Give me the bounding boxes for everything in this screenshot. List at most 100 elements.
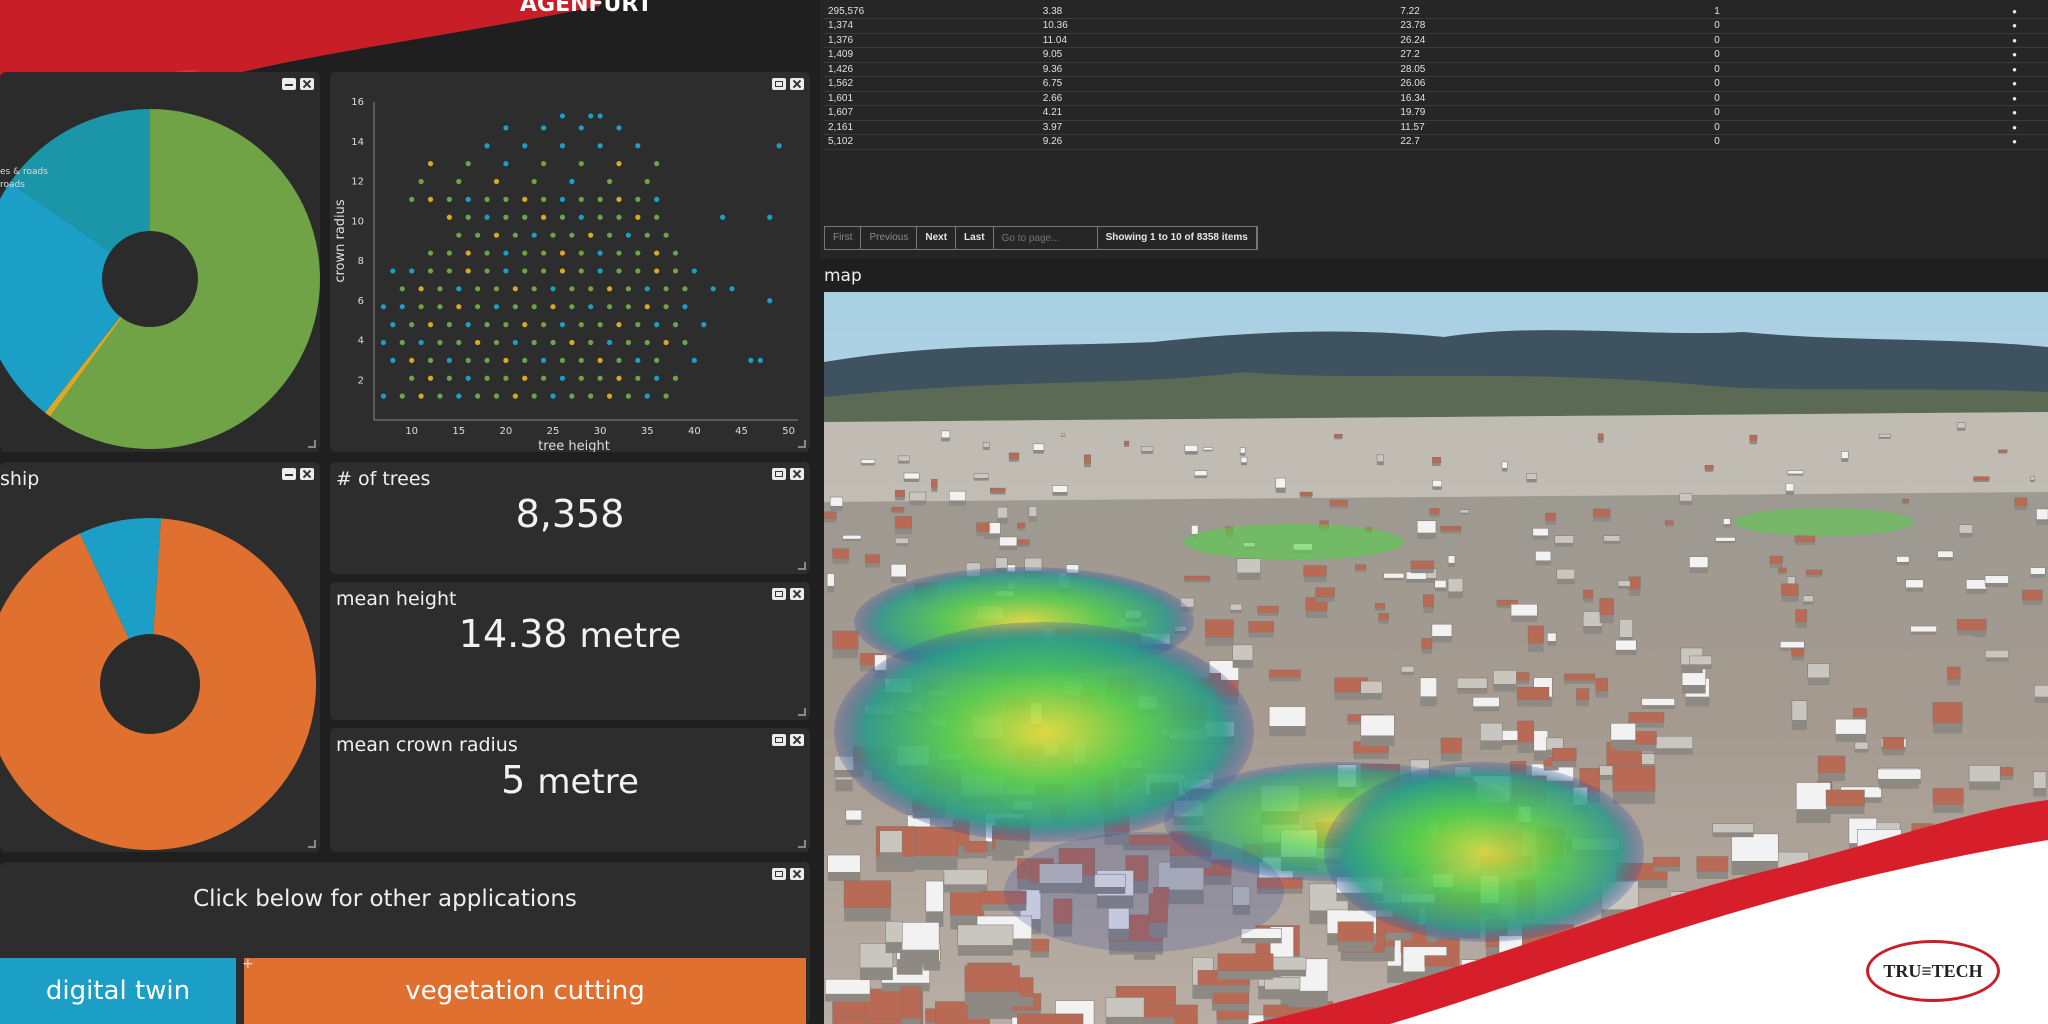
maximize-icon[interactable] xyxy=(772,734,786,746)
scatter-point xyxy=(616,357,622,363)
vegetation-cutting-button[interactable]: vegetation cutting xyxy=(244,958,806,1024)
panel-title: # of trees xyxy=(336,468,431,490)
table-cell: 1,562 xyxy=(824,76,1039,92)
table-row[interactable]: 1,426 9.36 28.05 0 ● xyxy=(824,62,2048,77)
table-cell: 0 xyxy=(1710,134,2009,150)
scatter-point xyxy=(380,393,387,399)
mean-crown-unit: metre xyxy=(537,762,639,802)
scatter-point xyxy=(578,268,584,274)
scatter-point xyxy=(569,339,575,346)
table-row[interactable]: 1,374 10.36 23.78 0 ● xyxy=(824,18,2048,34)
maximize-icon[interactable] xyxy=(772,588,786,600)
table-row[interactable]: 2,161 3.97 11.57 0 ● xyxy=(824,120,2048,135)
scatter-point xyxy=(606,286,613,292)
location-pin-icon[interactable]: ● xyxy=(2008,134,2048,150)
close-icon[interactable] xyxy=(790,868,804,880)
scatter-point xyxy=(644,232,650,238)
scatter-point xyxy=(493,393,500,399)
resize-handle[interactable] xyxy=(308,840,316,848)
scatter-point xyxy=(418,304,424,310)
ownership-donut-chart xyxy=(0,518,316,850)
previous-page-button[interactable]: Previous xyxy=(861,227,918,249)
location-pin-icon[interactable]: ● xyxy=(2008,62,2048,77)
first-page-button[interactable]: First xyxy=(825,227,862,249)
location-pin-icon[interactable]: ● xyxy=(2008,76,2048,92)
go-to-page-input[interactable] xyxy=(993,227,1098,249)
scatter-point xyxy=(588,232,594,238)
resize-handle[interactable] xyxy=(798,708,806,716)
location-pin-icon[interactable]: ● xyxy=(2008,18,2048,34)
scatter-point xyxy=(380,339,387,346)
close-icon[interactable] xyxy=(790,734,804,746)
location-pin-icon[interactable]: ● xyxy=(2008,105,2048,121)
scatter-point xyxy=(493,304,500,310)
table-cell: 22.7 xyxy=(1396,134,1711,150)
scatter-point xyxy=(522,143,528,149)
scatter-point xyxy=(427,250,434,256)
table-cell: 3.38 xyxy=(1038,4,1397,19)
close-icon[interactable] xyxy=(790,468,804,480)
scatter-point xyxy=(427,357,434,363)
mean-height-unit: metre xyxy=(579,616,682,656)
location-pin-icon[interactable]: ● xyxy=(2008,91,2048,106)
last-page-button[interactable]: Last xyxy=(956,227,994,249)
window-controls xyxy=(772,868,804,880)
scatter-point xyxy=(456,393,462,399)
scatter-point xyxy=(503,196,509,202)
scatter-point xyxy=(541,375,547,381)
scatter-point xyxy=(541,250,547,256)
pagination: First Previous Next Last Showing 1 to 10… xyxy=(824,226,1258,250)
resize-handle[interactable] xyxy=(798,840,806,848)
scatter-point xyxy=(654,322,660,328)
map-title: map xyxy=(824,266,862,286)
scatter-point xyxy=(729,286,735,292)
header-title: AGENFURT xyxy=(520,0,653,17)
scatter-point xyxy=(625,339,631,346)
scatter-point xyxy=(654,214,660,220)
scatter-point xyxy=(437,286,443,292)
scatter-point xyxy=(522,322,528,328)
scatter-point xyxy=(493,286,500,292)
resize-handle[interactable] xyxy=(798,440,806,448)
table-row[interactable]: 5,102 9.26 22.7 0 ● xyxy=(824,134,2048,150)
table-cell: 19.79 xyxy=(1396,105,1711,121)
table-row[interactable]: 1,562 6.75 26.06 0 ● xyxy=(824,76,2048,92)
land-use-donut-chart xyxy=(0,109,320,449)
location-pin-icon[interactable]: ● xyxy=(2008,120,2048,135)
scatter-point xyxy=(484,214,490,220)
scatter-point xyxy=(569,304,575,310)
scatter-point xyxy=(767,298,773,304)
table-row[interactable]: 1,376 11.04 26.24 0 ● xyxy=(824,33,2048,48)
table-cell: 0 xyxy=(1710,76,2009,92)
scatter-point xyxy=(541,125,547,131)
resize-handle[interactable] xyxy=(308,440,316,448)
scatter-point xyxy=(682,339,688,346)
table-row[interactable]: 1,601 2.66 16.34 0 ● xyxy=(824,91,2048,106)
scatter-point xyxy=(380,304,387,310)
location-pin-icon[interactable]: ● xyxy=(2008,4,2048,19)
logo-text: TRU≡TECH xyxy=(1883,960,1983,981)
table-cell: 9.36 xyxy=(1038,62,1397,77)
scatter-point xyxy=(644,286,650,292)
table-row[interactable]: 295,576 3.38 7.22 1 ● xyxy=(824,4,2048,19)
scatter-point xyxy=(465,268,471,274)
scatter-point xyxy=(484,322,490,328)
maximize-icon[interactable] xyxy=(772,468,786,480)
next-page-button[interactable]: Next xyxy=(917,227,957,249)
maximize-icon[interactable] xyxy=(772,868,786,880)
resize-handle[interactable] xyxy=(798,562,806,570)
table-cell: 0 xyxy=(1710,91,2009,106)
window-controls xyxy=(772,468,804,480)
digital-twin-button[interactable]: digital twin xyxy=(0,958,236,1024)
location-pin-icon[interactable]: ● xyxy=(2008,47,2048,63)
scatter-point xyxy=(465,375,471,381)
scatter-point xyxy=(512,304,518,310)
location-pin-icon[interactable]: ● xyxy=(2008,33,2048,48)
table-row[interactable]: 1,607 4.21 19.79 0 ● xyxy=(824,105,2048,121)
scatter-chart: 10 15 20 25 30 35 40 45 50 2 4 6 8 10 12 14 16 tree heigh… xyxy=(333,97,798,452)
close-icon[interactable] xyxy=(790,588,804,600)
panel-mean-crown: mean crown radius 5 metre xyxy=(330,728,810,852)
table-row[interactable]: 1,409 9.05 27.2 0 ● xyxy=(824,47,2048,63)
scatter-point xyxy=(606,393,613,399)
scatter-point xyxy=(484,250,490,256)
